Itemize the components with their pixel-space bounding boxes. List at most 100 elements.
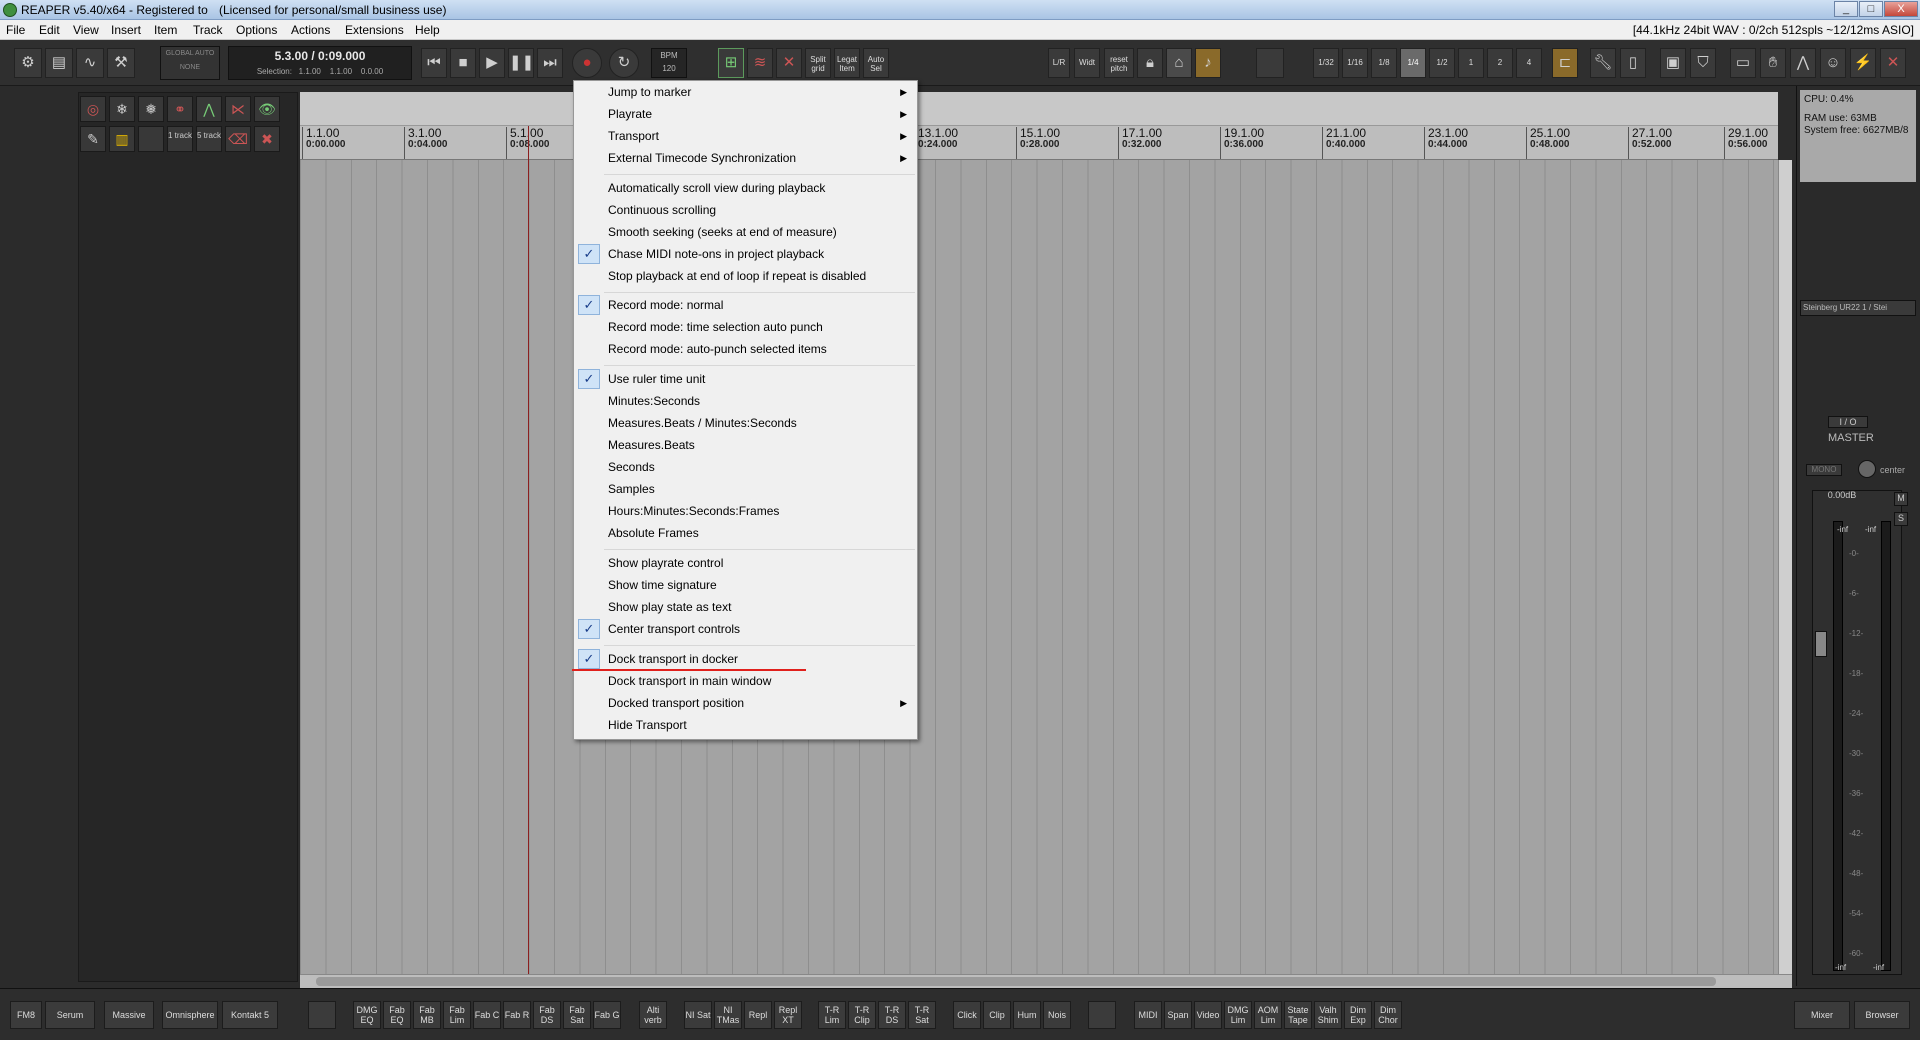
bpm-display[interactable]: BPM 120 <box>651 48 687 78</box>
grid-1-16-button[interactable]: 1/16 <box>1342 48 1368 78</box>
hum-button[interactable]: Hum <box>1013 1001 1041 1029</box>
menu-item-continuous-scrolling[interactable]: Continuous scrolling <box>608 200 716 220</box>
menu-view[interactable]: View <box>73 23 99 37</box>
menu-item-chase-midi[interactable]: Chase MIDI note-ons in project playback <box>608 244 824 264</box>
remove-icon[interactable]: ✖ <box>254 126 280 152</box>
fab-lim-button[interactable]: Fab Lim <box>443 1001 471 1029</box>
repeat-button[interactable]: ↻ <box>609 48 639 78</box>
grid-1-4-button[interactable]: 1/4 <box>1400 48 1426 78</box>
tr-clip-button[interactable]: T-R Clip <box>848 1001 876 1029</box>
menu-item-measures-beats[interactable]: Measures.Beats <box>608 435 695 455</box>
person-icon[interactable]: ☺ <box>1820 48 1846 78</box>
menu-insert[interactable]: Insert <box>111 23 141 37</box>
menu-item-show-time-signature[interactable]: Show time signature <box>608 575 717 595</box>
global-automation-box[interactable]: GLOBAL AUTO NONE <box>160 46 220 80</box>
split-grid-button[interactable]: Split grid <box>805 48 831 78</box>
freeze-icon[interactable]: ❄ <box>109 96 135 122</box>
menu-extensions[interactable]: Extensions <box>345 23 404 37</box>
add-5-track-button[interactable]: 5 track <box>196 126 222 152</box>
menu-item-record-auto-punch[interactable]: Record mode: time selection auto punch <box>608 317 823 337</box>
span-button[interactable]: Span <box>1164 1001 1192 1029</box>
grid-1-32-button[interactable]: 1/32 <box>1313 48 1339 78</box>
grid-1-8-button[interactable]: 1/8 <box>1371 48 1397 78</box>
menu-item-hmsf[interactable]: Hours:Minutes:Seconds:Frames <box>608 501 779 521</box>
route-icon[interactable]: ⚭ <box>167 96 193 122</box>
padlock-icon[interactable]: 🔒︎ <box>1137 48 1163 78</box>
envelope-add-icon[interactable]: ⋀ <box>196 96 222 122</box>
envelope-remove-icon[interactable]: ⋉ <box>225 96 251 122</box>
omnisphere-button[interactable]: Omnisphere <box>162 1001 218 1029</box>
close-button[interactable]: X <box>1884 1 1918 17</box>
ripple-edit-icon[interactable]: ⊞ <box>718 48 744 78</box>
color-palette-icon[interactable]: ▥ <box>109 126 135 152</box>
play-button[interactable]: ▶ <box>479 48 505 78</box>
width-button[interactable]: Widt <box>1074 48 1100 78</box>
auto-select-button[interactable]: Auto Sel <box>863 48 889 78</box>
snap-icon[interactable]: ⌂ <box>1166 48 1192 78</box>
menu-edit[interactable]: Edit <box>39 23 60 37</box>
shield-icon[interactable]: ⛉ <box>1690 48 1716 78</box>
menu-item-measures-beats-minutes[interactable]: Measures.Beats / Minutes:Seconds <box>608 413 797 433</box>
blank-fx-button-2[interactable] <box>1088 1001 1116 1029</box>
monitor-icon[interactable]: ▭ <box>1730 48 1756 78</box>
io-button[interactable]: I / O <box>1828 416 1868 428</box>
ruler-marker-lane[interactable] <box>300 92 1778 126</box>
grid-1-button[interactable]: 1 <box>1458 48 1484 78</box>
click-button[interactable]: Click <box>953 1001 981 1029</box>
pan-knob[interactable] <box>1858 460 1876 478</box>
massive-button[interactable]: Massive <box>104 1001 154 1029</box>
delete-track-icon[interactable]: ⌫ <box>225 126 251 152</box>
scroll-thumb[interactable] <box>316 977 1716 986</box>
wrench-icon[interactable]: 🔧︎ <box>1590 48 1616 78</box>
menu-track[interactable]: Track <box>193 23 223 37</box>
menu-item-stop-playback-loop[interactable]: Stop playback at end of loop if repeat i… <box>608 266 866 286</box>
close-project-icon[interactable]: ✕ <box>1880 48 1906 78</box>
menu-item[interactable]: Item <box>154 23 177 37</box>
track-control-panel[interactable] <box>78 92 298 982</box>
lr-button[interactable]: L/R <box>1048 48 1070 78</box>
fab-g-button[interactable]: Fab G <box>593 1001 621 1029</box>
repl-button[interactable]: Repl <box>744 1001 772 1029</box>
menu-item-jump-to-marker[interactable]: Jump to marker ▶ <box>608 82 917 102</box>
unfreeze-icon[interactable]: ❅ <box>138 96 164 122</box>
menu-actions[interactable]: Actions <box>291 23 330 37</box>
blank-fx-button[interactable] <box>308 1001 336 1029</box>
state-tape-button[interactable]: State Tape <box>1284 1001 1312 1029</box>
ni-sat-button[interactable]: NI Sat <box>684 1001 712 1029</box>
menu-item-transport[interactable]: Transport ▶ <box>608 126 917 146</box>
tuning-icon[interactable]: ⋀ <box>1790 48 1816 78</box>
color-pencil-icon[interactable]: ✎ <box>80 126 106 152</box>
fab-eq-button[interactable]: Fab EQ <box>383 1001 411 1029</box>
menu-item-docked-position[interactable]: Docked transport position ▶ <box>608 693 917 713</box>
menu-item-smooth-seeking[interactable]: Smooth seeking (seeks at end of measure) <box>608 222 837 242</box>
browser-button[interactable]: Browser <box>1854 1001 1910 1029</box>
menu-file[interactable]: File <box>6 23 25 37</box>
tr-ds-button[interactable]: T-R DS <box>878 1001 906 1029</box>
tr-lim-button[interactable]: T-R Lim <box>818 1001 846 1029</box>
legato-item-button[interactable]: Legat Item <box>834 48 860 78</box>
menu-item-minutes-seconds[interactable]: Minutes:Seconds <box>608 391 700 411</box>
mixer-button[interactable]: Mixer <box>1794 1001 1850 1029</box>
repl-xt-button[interactable]: Repl XT <box>774 1001 802 1029</box>
serum-button[interactable]: Serum <box>45 1001 95 1029</box>
dmg-eq-button[interactable]: DMG EQ <box>353 1001 381 1029</box>
noise-button[interactable]: Nois <box>1043 1001 1071 1029</box>
menu-item-playrate[interactable]: Playrate ▶ <box>608 104 917 124</box>
menu-item-dock-in-main-window[interactable]: Dock transport in main window <box>608 671 771 691</box>
menu-item-show-playrate[interactable]: Show playrate control <box>608 553 723 573</box>
fab-ds-button[interactable]: Fab DS <box>533 1001 561 1029</box>
altiverb-button[interactable]: Alti verb <box>639 1001 667 1029</box>
ni-tmas-button[interactable]: NI TMas <box>714 1001 742 1029</box>
record-button[interactable]: ● <box>572 48 602 78</box>
reset-pitch-button[interactable]: reset pitch <box>1104 48 1134 78</box>
menu-item-samples[interactable]: Samples <box>608 479 655 499</box>
snap-toggle-icon[interactable]: ⊏ <box>1552 48 1578 78</box>
vertical-scrollbar[interactable] <box>1778 160 1792 975</box>
fab-mb-button[interactable]: Fab MB <box>413 1001 441 1029</box>
clip-button[interactable]: Clip <box>983 1001 1011 1029</box>
record-arm-icon[interactable]: ◎ <box>80 96 106 122</box>
metronome-icon[interactable]: ♪ <box>1195 48 1221 78</box>
mixer-icon[interactable]: ▣ <box>1660 48 1686 78</box>
tr-sat-button[interactable]: T-R Sat <box>908 1001 936 1029</box>
io-device-label[interactable]: Steinberg UR22 1 / Stei <box>1800 300 1916 316</box>
